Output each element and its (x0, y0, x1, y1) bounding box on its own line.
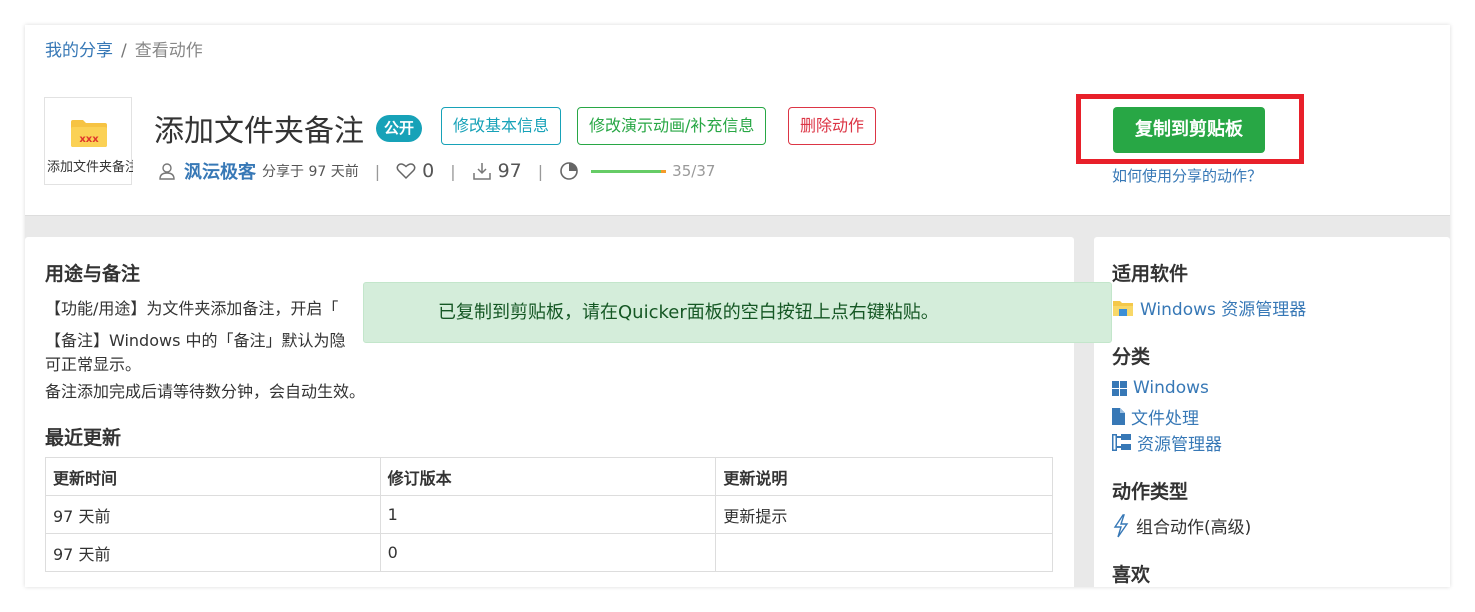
delete-action-button[interactable]: 删除动作 (788, 107, 877, 145)
software-label: Windows 资源管理器 (1140, 300, 1307, 320)
action-meta-row: 沨沄极客 分享于 97 天前 | 0 | 97 | 35/37 (158, 157, 715, 185)
action-title: 添加文件夹备注 (154, 114, 364, 149)
category-heading: 分类 (1112, 346, 1151, 368)
table-row: 97 天前 1 更新提示 (45, 495, 1053, 534)
author-link[interactable]: 沨沄极客 (184, 158, 256, 184)
edit-basic-info-button[interactable]: 修改基本信息 (441, 107, 562, 145)
breadcrumb-current: 查看动作 (134, 41, 203, 61)
table-cell: 更新提示 (715, 495, 1053, 534)
category-label: Windows (1133, 378, 1209, 398)
folder-icon: xxx (71, 120, 107, 147)
copy-success-toast: 已复制到剪贴板，请在Quicker面板的空白按钮上点右键粘贴。 (363, 282, 1112, 343)
action-type: 组合动作(高级) (1112, 513, 1251, 538)
description-line: 可正常显示。 (45, 355, 142, 374)
table-cell: 0 (379, 533, 717, 572)
rating-progress-text: 35/37 (672, 162, 716, 180)
file-explorer-icon (1113, 300, 1133, 316)
likes-heading: 喜欢 (1112, 564, 1151, 586)
breadcrumb: 我的分享 / 查看动作 (45, 36, 203, 61)
column-header: 更新时间 (45, 457, 381, 496)
folder-icon-text: xxx (79, 134, 99, 145)
breadcrumb-my-shares-link[interactable]: 我的分享 (45, 41, 113, 61)
rating-progress-bar (591, 169, 667, 173)
sitemap-icon (1112, 434, 1131, 451)
table-cell: 97 天前 (45, 495, 381, 534)
column-header: 修订版本 (379, 457, 717, 496)
description-line: 【备注】Windows 中的「备注」默认为隐 (45, 331, 346, 350)
action-thumbnail: xxx 添加文件夹备注 (44, 97, 133, 185)
action-header-card: 我的分享 / 查看动作 xxx 添加文件夹备注 添加文件夹备注 公开 修改基本信息 … (25, 25, 1450, 216)
rating-progress-fill (591, 169, 663, 173)
download-icon (472, 163, 491, 180)
breadcrumb-separator: / (121, 41, 127, 61)
software-link[interactable]: Windows 资源管理器 (1112, 295, 1306, 320)
edit-demo-button[interactable]: 修改演示动画/补充信息 (577, 107, 767, 145)
file-icon (1112, 408, 1125, 425)
thumbnail-label: 添加文件夹备注 (47, 160, 133, 175)
windows-icon (1112, 380, 1127, 396)
divider: | (374, 161, 381, 181)
updates-table: 更新时间 修订版本 更新说明 97 天前 1 更新提示 97 天前 0 (45, 457, 1053, 572)
how-to-use-link[interactable]: 如何使用分享的动作？ (1112, 165, 1262, 186)
category-explorer-link[interactable]: 资源管理器 (1112, 430, 1222, 455)
action-type-heading: 动作类型 (1112, 481, 1189, 503)
category-windows-link[interactable]: Windows (1112, 378, 1209, 398)
category-file-processing-link[interactable]: 文件处理 (1112, 404, 1199, 429)
sidebar-card: 适用软件 Windows 资源管理器 分类 Windows 文件处理 资源管理器… (1094, 237, 1450, 587)
table-cell: 97 天前 (45, 533, 381, 572)
divider: | (450, 161, 456, 181)
visibility-badge: 公开 (376, 115, 423, 142)
rating-progress-remainder (661, 169, 667, 173)
heart-icon[interactable] (396, 162, 416, 180)
column-header: 更新说明 (715, 457, 1053, 496)
table-row: 97 天前 0 (45, 533, 1053, 572)
downloads-count: 97 (497, 160, 522, 182)
lightning-icon (1113, 513, 1129, 537)
red-highlight-annotation (1076, 94, 1304, 164)
likes-count: 0 (422, 160, 435, 182)
action-type-label: 组合动作(高级) (1136, 518, 1252, 538)
category-label: 文件处理 (1131, 409, 1199, 429)
updates-heading: 最近更新 (45, 427, 122, 449)
shared-time: 分享于 97 天前 (262, 164, 359, 180)
table-header-row: 更新时间 修订版本 更新说明 (45, 457, 1053, 496)
category-label: 资源管理器 (1137, 435, 1222, 455)
table-cell: 1 (379, 495, 717, 534)
pie-chart-icon (560, 162, 578, 180)
divider: | (537, 161, 544, 181)
description-line: 备注添加完成后请等待数分钟，会自动生效。 (45, 382, 366, 401)
software-heading: 适用软件 (1112, 263, 1189, 285)
description-heading: 用途与备注 (45, 263, 141, 285)
table-cell (715, 533, 1053, 572)
user-icon (159, 163, 175, 180)
description-line: 【功能/用途】为文件夹添加备注，开启「 (45, 299, 339, 318)
